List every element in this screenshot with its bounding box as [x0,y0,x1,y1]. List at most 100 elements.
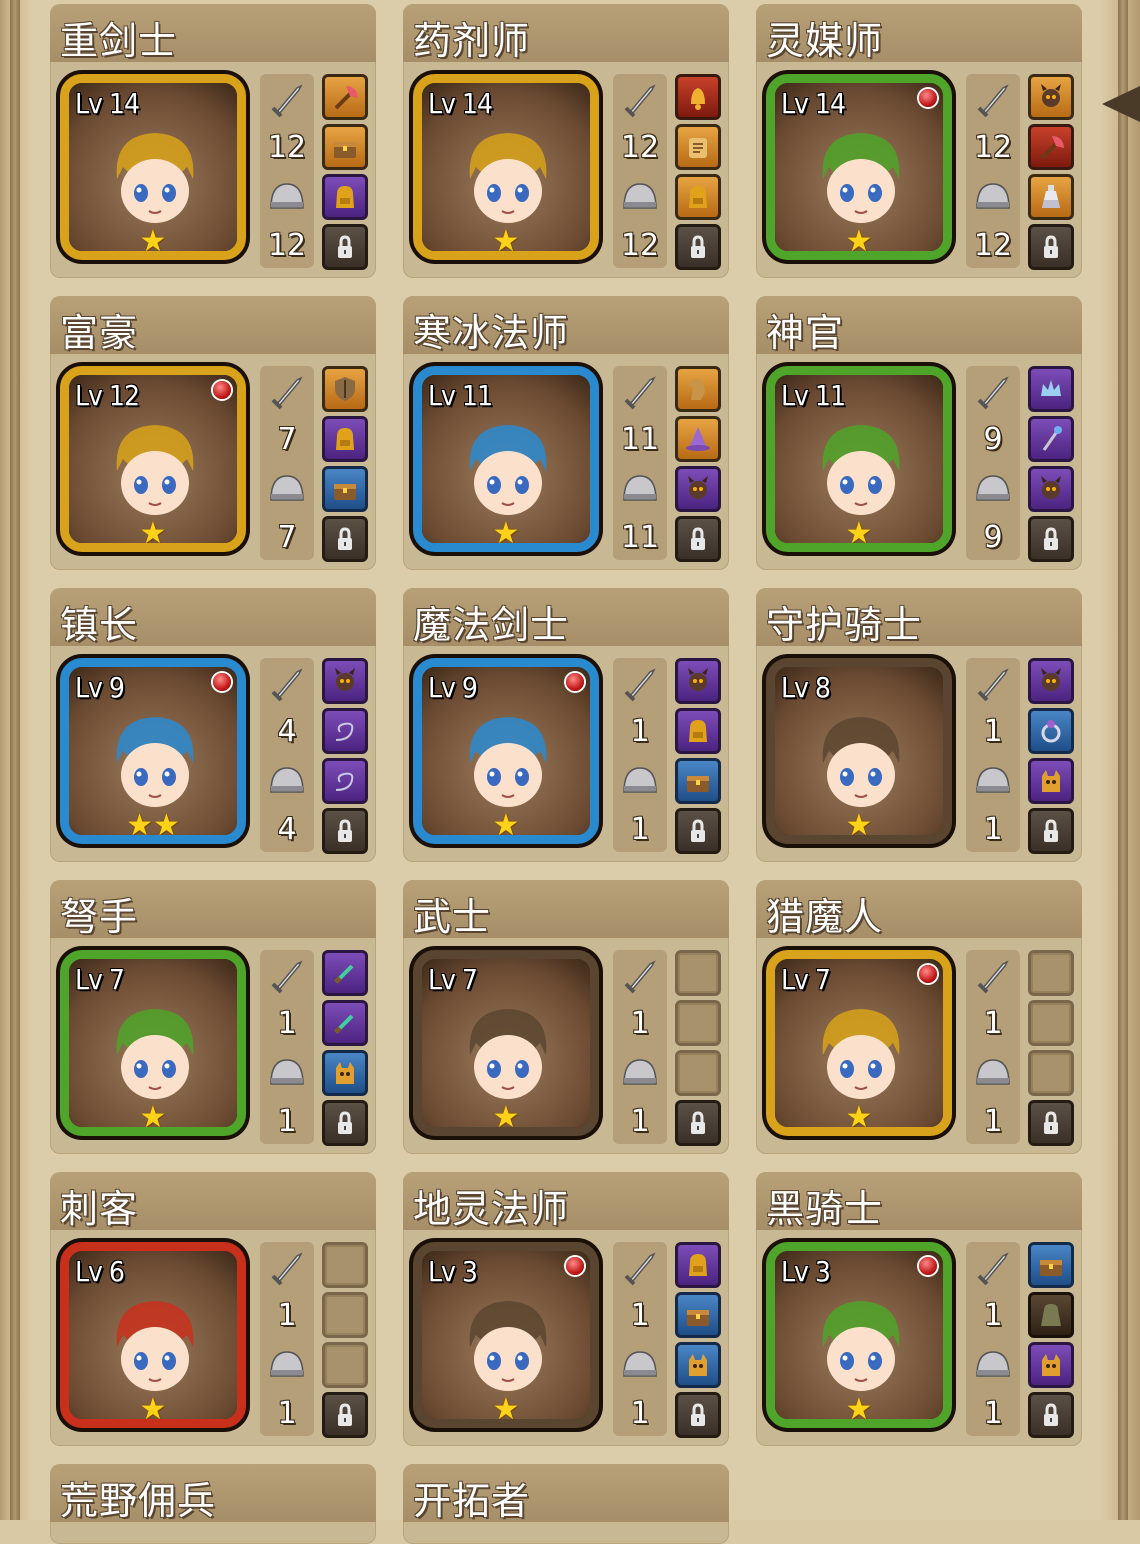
hero-portrait[interactable]: Lv 14 ★ [60,74,246,260]
equipment-slot[interactable] [675,74,721,120]
equipment-slot[interactable] [1028,758,1074,804]
equipment-slot[interactable] [322,708,368,754]
hero-level: Lv 8 [781,671,831,704]
equipment-slot[interactable] [322,416,368,462]
equipment-slot[interactable] [675,416,721,462]
equipment-slot[interactable] [1028,124,1074,170]
equipment-slot[interactable] [675,658,721,704]
equipment-slot[interactable] [675,1292,721,1338]
hero-portrait[interactable]: Lv 9 ★★ [60,658,246,844]
hero-card[interactable]: 地灵法师 Lv 3 ★ 1 1 [403,1172,729,1446]
helmet-icon [623,1351,657,1377]
hero-card[interactable]: 镇长 Lv 9 ★★ 4 4 [50,588,376,862]
hero-card[interactable]: 魔法剑士 Lv 9 ★ 1 1 [403,588,729,862]
hero-card[interactable]: 荒野佣兵 [50,1464,376,1544]
hero-card[interactable]: 刺客 Lv 6 ★ 1 1 [50,1172,376,1446]
equipment-slot[interactable] [675,124,721,170]
equipment-slot[interactable] [675,224,721,270]
equipment-slot[interactable] [322,1392,368,1438]
hero-portrait[interactable]: Lv 9 ★ [413,658,599,844]
hero-portrait[interactable]: Lv 14 ★ [413,74,599,260]
hero-card[interactable]: 武士 Lv 7 ★ 1 1 [403,880,729,1154]
equipment-slot[interactable] [1028,224,1074,270]
hero-portrait[interactable]: Lv 8 ★ [766,658,952,844]
equipment-slot[interactable] [322,758,368,804]
hero-card[interactable]: 黑骑士 Lv 3 ★ 1 1 [756,1172,1082,1446]
helmet-icon [270,475,304,501]
hero-card[interactable]: 药剂师 Lv 14 ★ 12 12 [403,4,729,278]
equipment-slot[interactable] [675,758,721,804]
hero-card[interactable]: 守护骑士 Lv 8 ★ 1 1 [756,588,1082,862]
equipment-slot[interactable] [1028,466,1074,512]
equipment-slot[interactable] [322,808,368,854]
equipment-slot[interactable] [1028,1342,1074,1388]
scroll-icon [689,138,707,158]
equipment-slot[interactable] [675,1242,721,1288]
equipment-slot[interactable] [322,1242,368,1288]
equipment-slot[interactable] [675,708,721,754]
equipment-slot[interactable] [322,124,368,170]
equipment-slot[interactable] [1028,1292,1074,1338]
hero-portrait[interactable]: Lv 3 ★ [413,1242,599,1428]
equipment-slot[interactable] [1028,366,1074,412]
equipment-slot[interactable] [1028,658,1074,704]
hero-portrait[interactable]: Lv 3 ★ [766,1242,952,1428]
equipment-slot[interactable] [322,466,368,512]
hero-portrait[interactable]: Lv 11 ★ [413,366,599,552]
equipment-slot[interactable] [675,950,721,996]
equipment-slot[interactable] [675,808,721,854]
hero-portrait[interactable]: Lv 7 ★ [413,950,599,1136]
equipment-slot[interactable] [1028,516,1074,562]
helmet-icon [976,1059,1010,1085]
equipment-slot[interactable] [322,1050,368,1096]
hero-portrait[interactable]: Lv 7 ★ [766,950,952,1136]
equipment-slot[interactable] [322,224,368,270]
equipment-slot[interactable] [322,366,368,412]
lock-icon [338,235,352,258]
equipment-slot[interactable] [1028,416,1074,462]
equipment-slot[interactable] [322,950,368,996]
equipment-slot[interactable] [1028,808,1074,854]
equipment-slot[interactable] [1028,174,1074,220]
equipment-slot[interactable] [675,1000,721,1046]
equipment-slot[interactable] [675,1392,721,1438]
equipment-slot[interactable] [1028,708,1074,754]
equipment-slot[interactable] [322,658,368,704]
hero-card[interactable]: 神官 Lv 11 ★ 9 9 [756,296,1082,570]
equipment-slot[interactable] [322,1100,368,1146]
equipment-slot[interactable] [675,516,721,562]
hero-card[interactable]: 灵媒师 Lv 14 ★ 12 12 [756,4,1082,278]
hero-portrait[interactable]: Lv 12 ★ [60,366,246,552]
equipment-slot[interactable] [322,1342,368,1388]
hero-card[interactable]: 富豪 Lv 12 ★ 7 7 [50,296,376,570]
equipment-slot[interactable] [322,516,368,562]
equipment-slot[interactable] [1028,950,1074,996]
hero-card[interactable]: 猎魔人 Lv 7 ★ 1 1 [756,880,1082,1154]
defense-value: 4 [277,812,297,847]
hero-name: 神官 [766,311,845,355]
equipment-slot[interactable] [322,74,368,120]
equipment-slot[interactable] [675,1100,721,1146]
hero-portrait[interactable]: Lv 14 ★ [766,74,952,260]
hero-card[interactable]: 重剑士 Lv 14 ★ 12 12 [50,4,376,278]
equipment-slot[interactable] [1028,1050,1074,1096]
equipment-slot[interactable] [675,466,721,512]
equipment-slot[interactable] [1028,1242,1074,1288]
hero-card[interactable]: 弩手 Lv 7 ★ 1 1 [50,880,376,1154]
hero-portrait[interactable]: Lv 7 ★ [60,950,246,1136]
equipment-slot[interactable] [1028,1392,1074,1438]
equipment-slot[interactable] [322,1000,368,1046]
equipment-slot[interactable] [675,1342,721,1388]
equipment-slot[interactable] [322,174,368,220]
equipment-slot[interactable] [675,366,721,412]
equipment-slot[interactable] [1028,74,1074,120]
equipment-slot[interactable] [675,174,721,220]
hero-card[interactable]: 寒冰法师 Lv 11 ★ 11 11 [403,296,729,570]
hero-portrait[interactable]: Lv 6 ★ [60,1242,246,1428]
equipment-slot[interactable] [1028,1100,1074,1146]
equipment-slot[interactable] [1028,1000,1074,1046]
hero-card[interactable]: 开拓者 [403,1464,729,1544]
equipment-slot[interactable] [675,1050,721,1096]
equipment-slot[interactable] [322,1292,368,1338]
hero-portrait[interactable]: Lv 11 ★ [766,366,952,552]
